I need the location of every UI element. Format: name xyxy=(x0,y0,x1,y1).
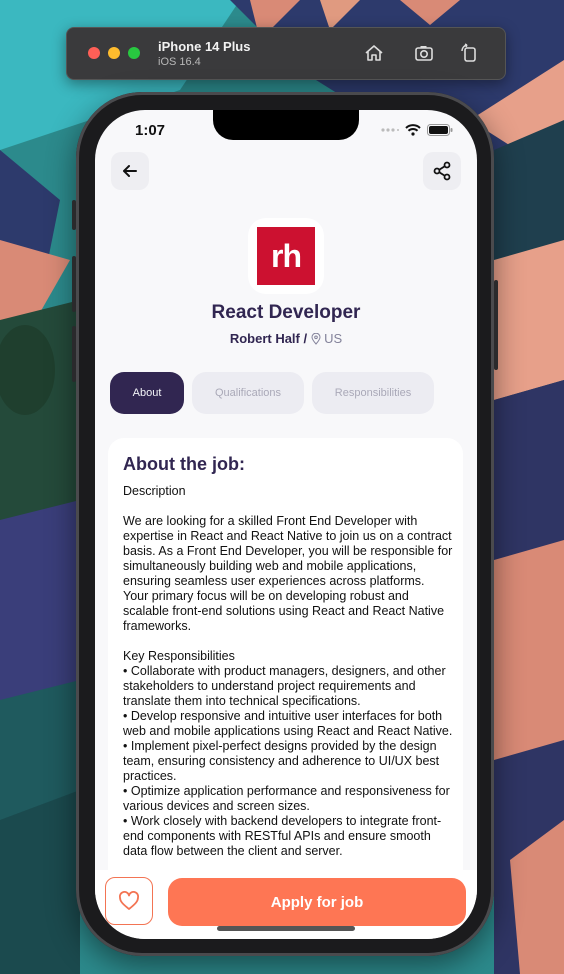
heart-outline-icon xyxy=(119,891,139,910)
about-text: Description We are looking for a skilled… xyxy=(123,484,453,858)
tab-qualifications[interactable]: Qualifications xyxy=(192,372,304,414)
company-logo: rh xyxy=(257,227,315,285)
job-subtitle: Robert Half / US xyxy=(95,331,477,346)
zoom-window-button[interactable] xyxy=(128,47,140,59)
status-icons xyxy=(381,124,453,136)
volume-down-button xyxy=(72,326,76,382)
os-version: iOS 16.4 xyxy=(158,56,201,68)
location-text: US xyxy=(324,331,343,346)
mute-switch xyxy=(72,200,76,230)
about-heading: About the job: xyxy=(123,454,245,474)
share-button[interactable] xyxy=(423,152,461,190)
volume-up-button xyxy=(72,256,76,312)
company-name: Robert Half / xyxy=(229,331,308,346)
back-button[interactable] xyxy=(111,152,149,190)
job-location: US xyxy=(311,331,342,346)
battery-icon xyxy=(427,124,453,136)
wifi-icon xyxy=(405,124,421,136)
screenshot-icon[interactable] xyxy=(413,42,435,64)
job-title: React Developer xyxy=(211,302,361,323)
company-logo-container: rh xyxy=(248,218,324,294)
share-icon xyxy=(433,161,451,181)
status-time: 1:07 xyxy=(135,122,166,139)
phone-screen: 1:07 rh React Developer Robert Half / US… xyxy=(95,110,477,939)
device-name: iPhone 14 Plus xyxy=(158,39,251,54)
power-button xyxy=(494,280,498,370)
arrow-left-icon xyxy=(123,165,137,177)
rotate-icon[interactable] xyxy=(458,42,480,64)
company-logo-text: rh xyxy=(271,237,302,274)
home-indicator xyxy=(217,926,355,931)
about-card: About the job: Description We are lookin… xyxy=(108,438,463,898)
notch xyxy=(213,110,359,140)
signal-dots-icon xyxy=(381,128,399,132)
simulator-toolbar: iPhone 14 Plus iOS 16.4 xyxy=(66,27,506,80)
minimize-window-button[interactable] xyxy=(108,47,120,59)
close-window-button[interactable] xyxy=(88,47,100,59)
tab-about[interactable]: About xyxy=(110,372,184,414)
location-pin-icon xyxy=(311,332,321,345)
tab-responsibilities[interactable]: Responsibilities xyxy=(312,372,434,414)
favorite-button[interactable] xyxy=(105,877,153,925)
apply-button[interactable]: Apply for job xyxy=(168,878,466,926)
home-icon[interactable] xyxy=(363,42,385,64)
